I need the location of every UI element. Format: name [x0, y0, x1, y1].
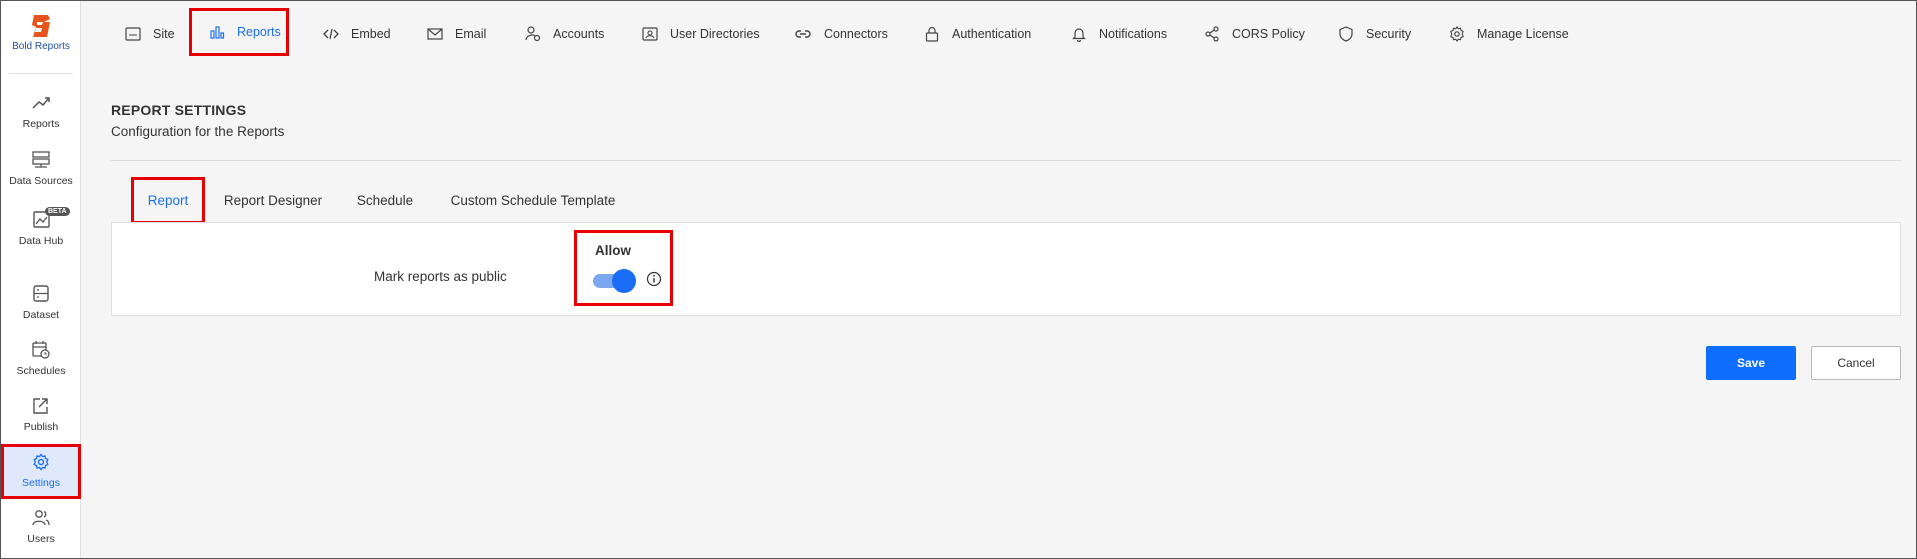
sidebar-item-settings[interactable]: Settings	[1, 444, 81, 499]
info-icon[interactable]	[646, 271, 662, 287]
bold-reports-logo-icon	[32, 15, 50, 37]
nav-item-label: Connectors	[824, 27, 888, 41]
mark-public-label: Mark reports as public	[374, 269, 507, 284]
nav-item-label: Email	[455, 27, 487, 41]
nav-item-authentication[interactable]: Authentication	[924, 11, 1031, 57]
bar-chart-icon	[210, 26, 225, 39]
nav-item-label: Accounts	[553, 27, 605, 41]
users-icon	[32, 510, 50, 526]
sidebar-item-dataset[interactable]: Dataset	[1, 285, 81, 321]
nav-item-user-directories[interactable]: User Directories	[642, 11, 760, 57]
sidebar-item-reports[interactable]: Reports	[1, 94, 81, 130]
sidebar-divider	[9, 73, 73, 74]
nav-item-reports[interactable]: Reports	[189, 8, 289, 56]
sidebar: Bold Reports Reports Data Sources BETA D…	[1, 1, 81, 558]
save-button[interactable]: Save	[1706, 346, 1796, 380]
nav-item-label: Embed	[351, 27, 391, 41]
sidebar-item-data-hub[interactable]: BETA Data Hub	[1, 207, 81, 247]
nav-item-label: User Directories	[670, 27, 760, 41]
public-toggle[interactable]	[591, 269, 637, 293]
nav-item-label: Notifications	[1099, 27, 1168, 41]
sidebar-item-data-sources[interactable]: Data Sources	[1, 151, 81, 187]
nav-item-cors-policy[interactable]: CORS Policy	[1204, 11, 1305, 57]
allow-toggle-group	[574, 230, 673, 306]
link-icon	[795, 30, 811, 38]
sidebar-item-label: Users	[27, 533, 55, 545]
brand-logo[interactable]: Bold Reports	[1, 13, 81, 52]
nav-item-manage-license[interactable]: Manage License	[1449, 11, 1569, 57]
sidebar-item-label: Publish	[23, 421, 59, 433]
nav-item-email[interactable]: Email	[427, 11, 486, 57]
share-nodes-icon	[1205, 26, 1219, 42]
sidebar-item-label: Settings	[22, 477, 60, 489]
sidebar-item-label: Data Hub	[18, 235, 64, 247]
tab-report-designer[interactable]: Report Designer	[219, 177, 327, 224]
sidebar-item-schedules[interactable]: Schedules	[1, 341, 81, 377]
beta-badge: BETA	[45, 207, 70, 216]
page-title: REPORT SETTINGS	[111, 102, 247, 118]
nav-item-label: CORS Policy	[1232, 27, 1305, 41]
data-sources-icon	[32, 151, 50, 168]
sidebar-item-label: Reports	[22, 118, 60, 130]
allow-label: Allow	[595, 243, 631, 258]
nav-item-connectors[interactable]: Connectors	[794, 11, 888, 57]
sidebar-item-label: Dataset	[22, 309, 60, 321]
nav-item-label: Site	[153, 27, 175, 41]
tab-custom-schedule-template[interactable]: Custom Schedule Template	[443, 177, 623, 224]
code-icon	[323, 28, 339, 40]
nav-item-accounts[interactable]: Accounts	[525, 11, 604, 57]
site-url-icon	[125, 27, 141, 41]
nav-item-label: Manage License	[1477, 27, 1569, 41]
contact-card-icon	[642, 27, 658, 41]
nav-item-security[interactable]: Security	[1338, 11, 1411, 57]
dataset-icon	[33, 285, 49, 302]
nav-item-embed[interactable]: Embed	[323, 11, 391, 57]
tab-report[interactable]: Report	[131, 177, 205, 224]
header-divider	[111, 160, 1901, 161]
nav-item-notifications[interactable]: Notifications	[1071, 11, 1167, 57]
nav-item-site[interactable]: Site	[125, 11, 175, 57]
shield-icon	[1339, 26, 1353, 42]
cancel-button[interactable]: Cancel	[1811, 346, 1901, 380]
sidebar-item-publish[interactable]: Publish	[1, 397, 81, 433]
tab-schedule[interactable]: Schedule	[351, 177, 419, 224]
envelope-icon	[427, 28, 443, 40]
nav-item-label: Authentication	[952, 27, 1032, 41]
publish-icon	[33, 398, 48, 414]
gear-icon	[33, 453, 49, 471]
brand-name: Bold Reports	[12, 41, 70, 52]
sidebar-item-users[interactable]: Users	[1, 509, 81, 545]
license-gear-icon	[1450, 26, 1464, 42]
account-gear-icon	[525, 26, 541, 42]
calendar-clock-icon	[32, 341, 50, 359]
lock-icon	[925, 26, 939, 42]
settings-top-nav: Site Reports Embed Email Accounts User D…	[81, 1, 1916, 69]
toggle-knob	[612, 269, 636, 293]
bell-icon	[1072, 28, 1086, 42]
sidebar-item-label: Data Sources	[9, 175, 73, 187]
nav-item-label: Security	[1366, 27, 1412, 41]
nav-item-label: Reports	[237, 25, 281, 39]
sidebar-item-label: Schedules	[16, 365, 66, 377]
page-subtitle: Configuration for the Reports	[111, 124, 285, 139]
trend-chart-icon	[32, 97, 50, 109]
